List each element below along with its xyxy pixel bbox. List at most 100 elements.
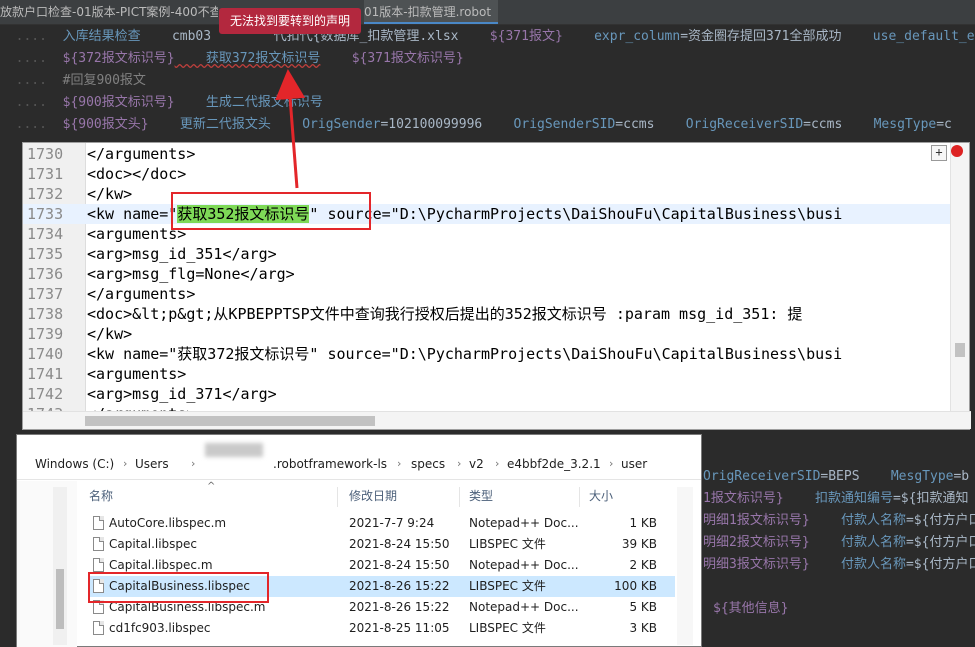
goto-declaration-tooltip: 无法找到要转到的声明 [219,8,361,34]
robot-code-line[interactable]: .... ${900报文标识号} 生成二代报文标识号 [0,92,323,114]
chevron-right-icon[interactable]: › [191,449,195,479]
code-line[interactable]: 1738 <doc>&lt;p&gt;从KPBEPPTSP文件中查询我行授权后提出… [23,304,953,324]
code-token: =${付方户口 [905,513,975,528]
file-name: cd1fc903.libspec [109,621,211,635]
column-type[interactable]: 类型 [469,483,493,509]
file-row[interactable]: Capital.libspec 2021-8-24 15:50 LIBSPEC 文件… [89,534,675,555]
indent-guide: .... [0,29,63,44]
file-date: 2021-8-25 11:05 [349,621,450,635]
file-explorer: Windows (C:) › Users › .robotframework-ls › sp… [16,434,702,647]
code-line[interactable]: 1740 <kw name="获取372报文标识号" source="D:\Pyc… [23,344,953,364]
indent-guide: .... [0,51,63,66]
vertical-scrollbar[interactable] [950,143,969,413]
horizontal-scrollbar[interactable] [23,411,971,429]
code-line[interactable]: 1734 <arguments> [23,224,953,244]
file-row[interactable]: cd1fc903.libspec 2021-8-25 11:05 LIBSPEC 文… [89,618,675,639]
close-icon[interactable]: ✕ [497,5,498,19]
libspec-editor-popup[interactable]: 1730 </arguments> 1731 <doc></doc> 1732 </kw>… [22,142,971,430]
code-line[interactable]: 1735 <arg>msg_id_351</arg> [23,244,953,264]
breadcrumb-item[interactable]: .robotframework-ls [273,449,387,479]
redacted-username [205,443,263,457]
chevron-right-icon[interactable]: › [397,449,401,479]
breadcrumb-item[interactable]: v2 [469,449,484,479]
file-size: 39 KB [621,537,657,551]
line-number: 1734 [27,225,64,243]
code-token: =${付方户口 [905,535,975,550]
file-list-scrollbar[interactable] [677,487,693,645]
code-token: 付款人名称 [809,535,906,550]
code-token: =ccms [803,117,843,132]
code-line[interactable]: 1741 <arguments> [23,364,953,384]
highlight-annotation-box [171,192,371,230]
chevron-right-icon[interactable]: › [457,449,461,479]
file-date: 2021-8-26 15:22 [349,579,450,593]
breadcrumb-item[interactable]: user [621,449,647,479]
breadcrumb-item[interactable]: specs [411,449,445,479]
robot-code-line[interactable]: ${其他信息} [713,598,788,620]
chevron-right-icon[interactable]: › [609,449,613,479]
code-text: </arguments> [87,145,196,163]
code-text: <arguments> [87,365,187,383]
address-bar[interactable]: Windows (C:) › Users › .robotframework-ls › sp… [17,449,701,480]
robot-code-line[interactable]: .... ${900报文头} 更新二代报文头 OrigSender=102100… [0,114,952,136]
file-type: Notepad++ Doc... [469,516,579,530]
file-icon [93,537,104,551]
robot-code-line[interactable]: .... #回复900报文 [0,70,146,92]
column-header: 名称 修改日期 类型 大小 [79,483,699,509]
line-number: 1740 [27,345,64,363]
breadcrumb-item[interactable]: e4bbf2de_3.2.1 [507,449,601,479]
column-date[interactable]: 修改日期 [349,483,397,509]
robot-code-line[interactable]: 明细2报文标识号} 付款人名称=${付方户口 [703,532,975,554]
column-name[interactable]: 名称 [89,483,113,509]
tab-label: 01版本-扣款管理.robot [364,5,492,19]
code-text: </arguments> [87,285,196,303]
line-number: 1736 [27,265,64,283]
code-line[interactable]: 1742 <arg>msg_id_371</arg> [23,384,953,404]
scroll-thumb[interactable] [85,416,375,426]
navigation-pane [17,481,77,647]
file-date: 2021-7-7 9:24 [349,516,435,530]
code-line[interactable]: 1733 <kw name="获取352报文标识号" source="D:\Pyc… [23,204,953,224]
file-row[interactable]: AutoCore.libspec.m 2021-7-7 9:24 Notepad++… [89,513,675,534]
robot-code-line[interactable]: OrigReceiverSID=BEPS MesgType=b [703,466,969,488]
breadcrumb-item[interactable]: Users [135,449,169,479]
scroll-thumb[interactable] [56,569,64,629]
code-text-pre: <kw name=" [87,205,178,223]
code-line[interactable]: 1739 </kw> [23,324,953,344]
pin-icon[interactable] [951,145,963,157]
xml-code-area[interactable]: 1730 </arguments> 1731 <doc></doc> 1732 </kw>… [23,143,953,413]
code-line[interactable]: 1736 <arg>msg_flg=None</arg> [23,264,953,284]
robot-code-line[interactable]: 明细1报文标识号} 付款人名称=${付方户口 [703,510,975,532]
code-token: ${372报文标识号} [62,51,175,66]
breadcrumb-item[interactable]: Windows (C:) [35,449,114,479]
code-token: #回复900报文 [62,73,146,88]
navigation-scrollbar[interactable] [53,487,67,645]
robot-code-line[interactable]: 明细3报文标识号} 付款人名称=${付方户口 [703,554,975,576]
tooltip-text: 无法找到要转到的声明 [229,14,350,28]
column-size[interactable]: 大小 [589,483,613,509]
code-line[interactable]: 1732 </kw> [23,184,953,204]
code-token: ${900报文头} [62,117,149,132]
column-divider[interactable] [337,487,338,507]
column-divider[interactable] [459,487,460,507]
scroll-thumb[interactable] [955,343,965,357]
chevron-right-icon[interactable]: › [495,449,499,479]
tab-pict-case[interactable]: 放款户口检查-01版本-PICT案例-400不查询户口 [0,0,218,24]
code-line[interactable]: 1737 </arguments> [23,284,953,304]
robot-code-line[interactable]: .... 入库结果检查 cmb03 代扣代{数据库_扣款管理.xlsx ${37… [0,26,975,48]
code-line[interactable]: 1731 <doc></doc> [23,164,953,184]
column-divider[interactable] [579,487,580,507]
code-line[interactable]: 1730 </arguments> [23,144,953,164]
code-token: ${371报文} [458,29,563,44]
expand-icon[interactable]: + [931,145,947,161]
tab-robot-file[interactable]: 01版本-扣款管理.robot ✕ [364,0,498,24]
code-token: 扣款通知编号 [783,491,893,506]
chevron-right-icon[interactable]: › [123,449,127,479]
code-text: <doc></doc> [87,165,187,183]
robot-code-line[interactable]: 1报文标识号} 扣款通知编号=${扣款通知 [703,488,968,510]
code-text: <doc>&lt;p&gt;从KPBEPPTSP文件中查询我行授权后提出的352… [87,305,803,323]
robot-code-line[interactable]: .... ${372报文标识号} 获取372报文标识号 ${371报文标识号} [0,48,464,70]
file-icon [93,621,104,635]
file-size: 2 KB [629,558,657,572]
file-icon [93,516,104,530]
